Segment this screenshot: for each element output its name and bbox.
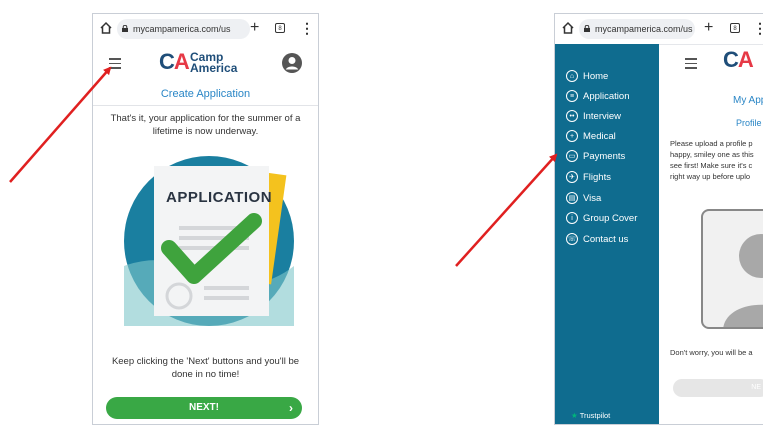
red-arrow-left [9,66,112,183]
annotation-arrows [9,66,558,267]
red-arrow-right [455,153,558,267]
